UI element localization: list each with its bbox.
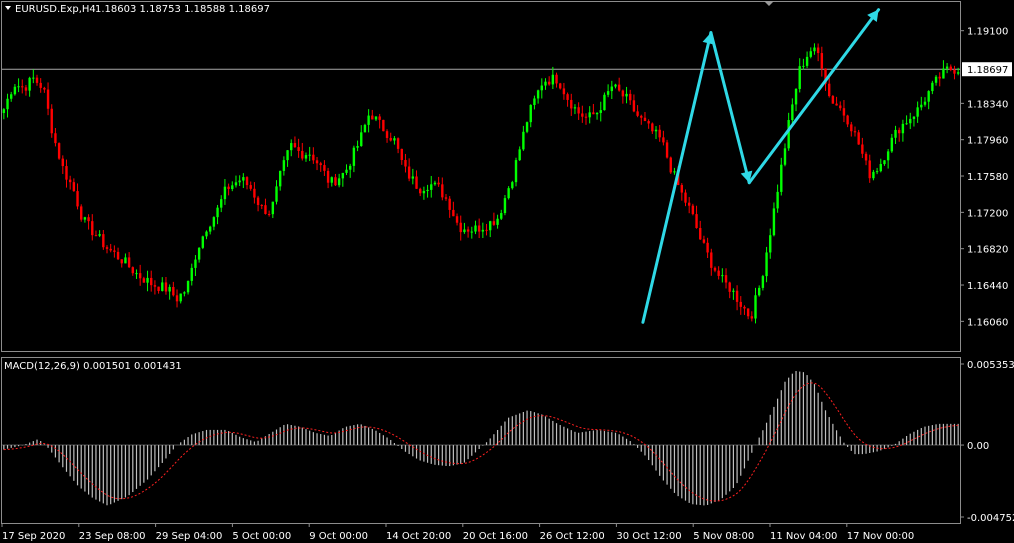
time-tick-label: 5 Oct 00:00 — [232, 531, 291, 542]
candle — [363, 123, 367, 133]
time-tick-label: 5 Nov 08:00 — [693, 531, 754, 542]
time-tick-label: 29 Sep 04:00 — [156, 531, 223, 542]
candle — [201, 235, 205, 250]
candle — [831, 94, 835, 104]
price-tick-label: 1.19100 — [967, 27, 1008, 38]
price-axis: 1.19100 1.18340 1.17960 1.17580 1.17200 1.168… — [960, 27, 1012, 328]
time-tick-label: 14 Oct 20:00 — [386, 531, 451, 542]
price-tick-label: 1.17580 — [967, 172, 1008, 183]
candle — [382, 119, 385, 132]
symbol-label: EURUSD.Exp,H4 — [15, 4, 96, 15]
ohlc-label: 1.18603 1.18753 1.18588 1.18697 — [95, 4, 270, 15]
candle — [80, 204, 83, 222]
candle — [669, 156, 672, 174]
price-tick-label: 1.16820 — [967, 245, 1008, 256]
candle — [665, 139, 669, 159]
macd-header: MACD(12,26,9) 0.001501 0.001431 — [4, 361, 182, 372]
time-tick-label: 26 Oct 12:00 — [540, 531, 605, 542]
candle — [57, 142, 61, 160]
price-header: EURUSD.Exp,H4 1.18603 1.18753 1.18588 1.… — [15, 4, 270, 15]
time-tick-label: 9 Oct 00:00 — [309, 531, 368, 542]
price-tick-label: 1.17960 — [967, 136, 1008, 147]
price-tick-label: 1.18340 — [967, 99, 1008, 110]
price-tick-label: 1.17200 — [967, 208, 1008, 219]
candle — [525, 121, 529, 134]
price-tick-label: 1.16060 — [967, 317, 1008, 328]
price-tick-label: 1.16440 — [967, 281, 1008, 292]
macd-tick-label: -0.004752 — [967, 513, 1014, 524]
trading-chart[interactable]: 1.19100 1.18340 1.17960 1.17580 1.17200 1.168… — [0, 0, 1014, 543]
time-tick-label: 11 Nov 04:00 — [770, 531, 837, 542]
macd-tick-label: 0.005353 — [967, 360, 1014, 371]
current-price-badge: 1.18697 — [962, 62, 1012, 77]
candle — [603, 92, 606, 111]
candle — [514, 157, 518, 187]
time-tick-label: 17 Sep 2020 — [2, 531, 65, 542]
time-tick-label: 20 Oct 16:00 — [463, 531, 528, 542]
time-tick-label: 23 Sep 08:00 — [79, 531, 146, 542]
current-price-label: 1.18697 — [967, 65, 1008, 76]
candle — [50, 104, 53, 138]
time-tick-label: 30 Oct 12:00 — [616, 531, 681, 542]
time-tick-label: 17 Nov 00:00 — [847, 531, 914, 542]
macd-tick-label: 0.00 — [967, 441, 989, 452]
